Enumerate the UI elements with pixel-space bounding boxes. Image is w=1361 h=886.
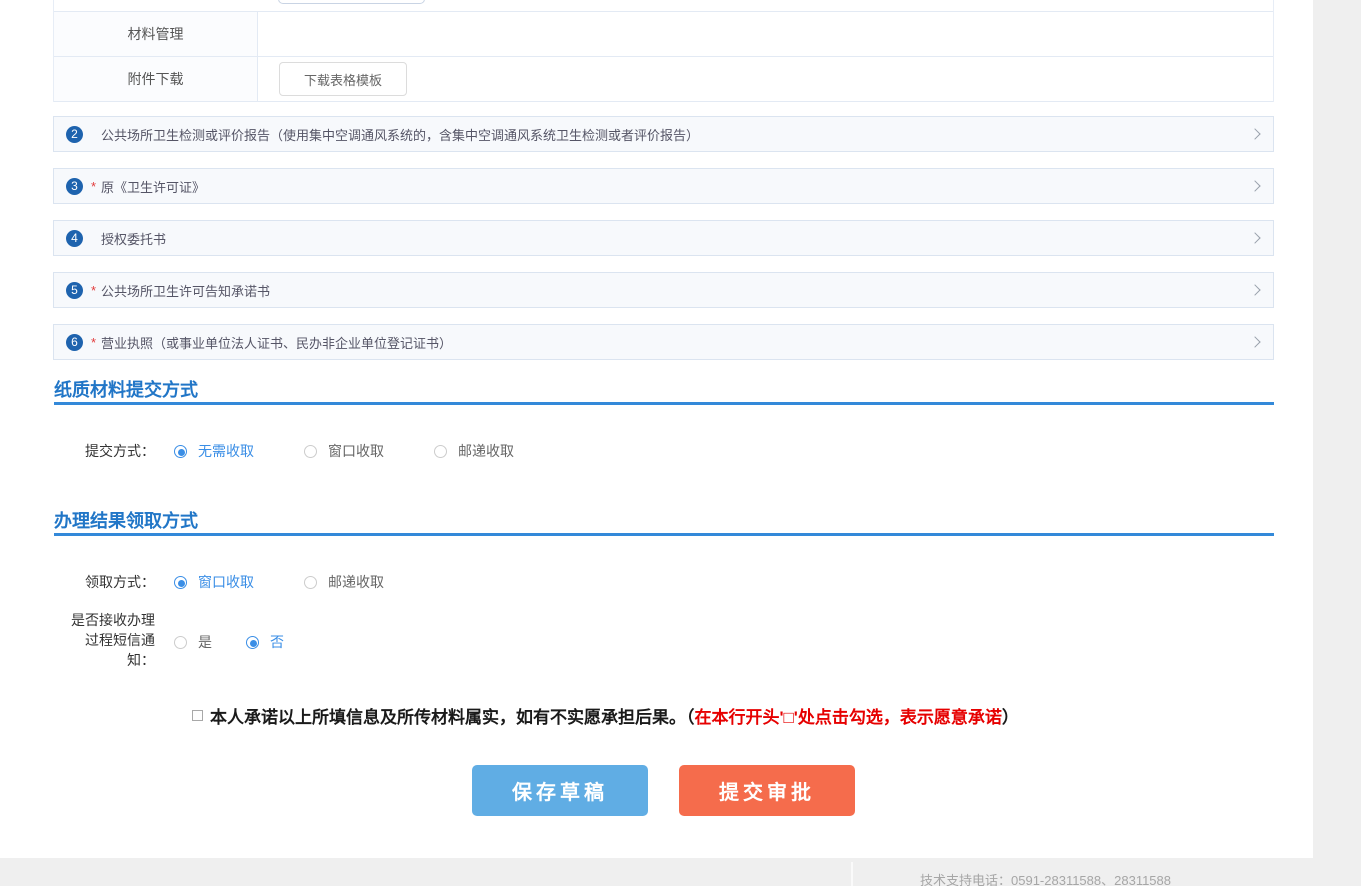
material-item-title: 营业执照（或事业单位法人证书、民办非企业单位登记证书）: [101, 333, 452, 352]
promise-text-black: 本人承诺以上所填信息及所传材料属实，如有不实愿承担后果。（: [210, 703, 695, 728]
radio-icon[interactable]: [174, 636, 187, 649]
chevron-right-icon[interactable]: [1249, 336, 1260, 347]
footer-divider: [851, 862, 853, 886]
radio-icon[interactable]: [246, 636, 259, 649]
material-item-title: 原《卫生许可证》: [101, 177, 205, 196]
material-item-6[interactable]: 6 * 营业执照（或事业单位法人证书、民办非企业单位登记证书）: [53, 324, 1274, 360]
item-number-badge: 6: [66, 334, 83, 351]
radio-sms-yes[interactable]: 是: [174, 632, 212, 652]
radio-window-pickup[interactable]: 窗口收取: [174, 572, 254, 592]
chevron-right-icon[interactable]: [1249, 180, 1260, 191]
section-title-result-pickup: 办理结果领取方式: [54, 507, 198, 533]
item-number-badge: 2: [66, 126, 83, 143]
material-management-label: 材料管理: [54, 12, 258, 56]
attachment-download-label: 附件下载: [54, 57, 258, 101]
pickup-method-label: 领取方式：: [60, 572, 155, 592]
radio-icon[interactable]: [174, 576, 187, 589]
submit-method-radio-group: 无需收取 窗口收取 邮递收取: [174, 441, 514, 461]
material-management-value: [258, 12, 1273, 56]
item-number-badge: 4: [66, 230, 83, 247]
radio-window-collect[interactable]: 窗口收取: [304, 441, 384, 461]
promise-text-red: 在本行开头'□'处点击勾选，表示愿意承诺: [695, 703, 1002, 728]
radio-icon[interactable]: [304, 445, 317, 458]
submit-method-label: 提交方式：: [60, 441, 155, 461]
footer: 技术支持电话：0591-28311588、28311588: [0, 858, 1361, 886]
radio-icon[interactable]: [304, 576, 317, 589]
tech-support-phone: 技术支持电话：0591-28311588、28311588: [920, 872, 1171, 886]
promise-statement: 本人承诺以上所填信息及所传材料属实，如有不实愿承担后果。（在本行开头'□'处点击…: [192, 703, 1019, 728]
required-asterisk: *: [91, 335, 99, 350]
section-title-paper-submit: 纸质材料提交方式: [54, 376, 198, 402]
item-number-badge: 5: [66, 282, 83, 299]
chevron-right-icon[interactable]: [1249, 284, 1260, 295]
promise-checkbox[interactable]: [192, 710, 203, 721]
material-item-2[interactable]: 2 公共场所卫生检测或评价报告（使用集中空调通风系统的，含集中空调通风系统卫生检…: [53, 116, 1274, 152]
save-draft-button[interactable]: 保存草稿: [472, 765, 648, 816]
sms-notify-label: 是否接收办理过程短信通知：: [60, 610, 155, 670]
radio-no-collect[interactable]: 无需收取: [174, 441, 254, 461]
required-asterisk: *: [91, 283, 99, 298]
material-item-3[interactable]: 3 * 原《卫生许可证》: [53, 168, 1274, 204]
table-row: 附件下载 下载表格模板: [54, 57, 1273, 102]
chevron-right-icon[interactable]: [1249, 232, 1260, 243]
material-item-title: 公共场所卫生许可告知承诺书: [101, 281, 270, 300]
radio-mail-pickup[interactable]: 邮递收取: [304, 572, 384, 592]
submit-approval-button[interactable]: 提交审批: [679, 765, 855, 816]
material-form-table: 材料管理 附件下载 下载表格模板: [53, 0, 1274, 102]
right-gutter: [1313, 0, 1361, 858]
material-item-title: 授权委托书: [101, 229, 166, 248]
table-row: 材料管理: [54, 12, 1273, 57]
radio-sms-no[interactable]: 否: [246, 632, 284, 652]
material-item-title: 公共场所卫生检测或评价报告（使用集中空调通风系统的，含集中空调通风系统卫生检测或…: [101, 125, 699, 144]
item-number-badge: 3: [66, 178, 83, 195]
material-item-5[interactable]: 5 * 公共场所卫生许可告知承诺书: [53, 272, 1274, 308]
pickup-method-radio-group: 窗口收取 邮递收取: [174, 572, 384, 592]
radio-icon[interactable]: [174, 445, 187, 458]
download-template-button[interactable]: 下载表格模板: [279, 62, 407, 96]
sms-notify-radio-group: 是 否: [174, 632, 284, 652]
material-item-4[interactable]: 4 授权委托书: [53, 220, 1274, 256]
radio-mail-collect[interactable]: 邮递收取: [434, 441, 514, 461]
promise-text-close: ）: [1002, 703, 1019, 728]
section-divider: [54, 533, 1274, 536]
required-asterisk: *: [91, 179, 99, 194]
table-row-truncated: [54, 0, 1273, 12]
section-divider: [54, 402, 1274, 405]
radio-icon[interactable]: [434, 445, 447, 458]
page: 材料管理 附件下载 下载表格模板 2 公共场所卫生检测或评价报告（使用集中空调通…: [0, 0, 1361, 886]
chevron-right-icon[interactable]: [1249, 128, 1260, 139]
